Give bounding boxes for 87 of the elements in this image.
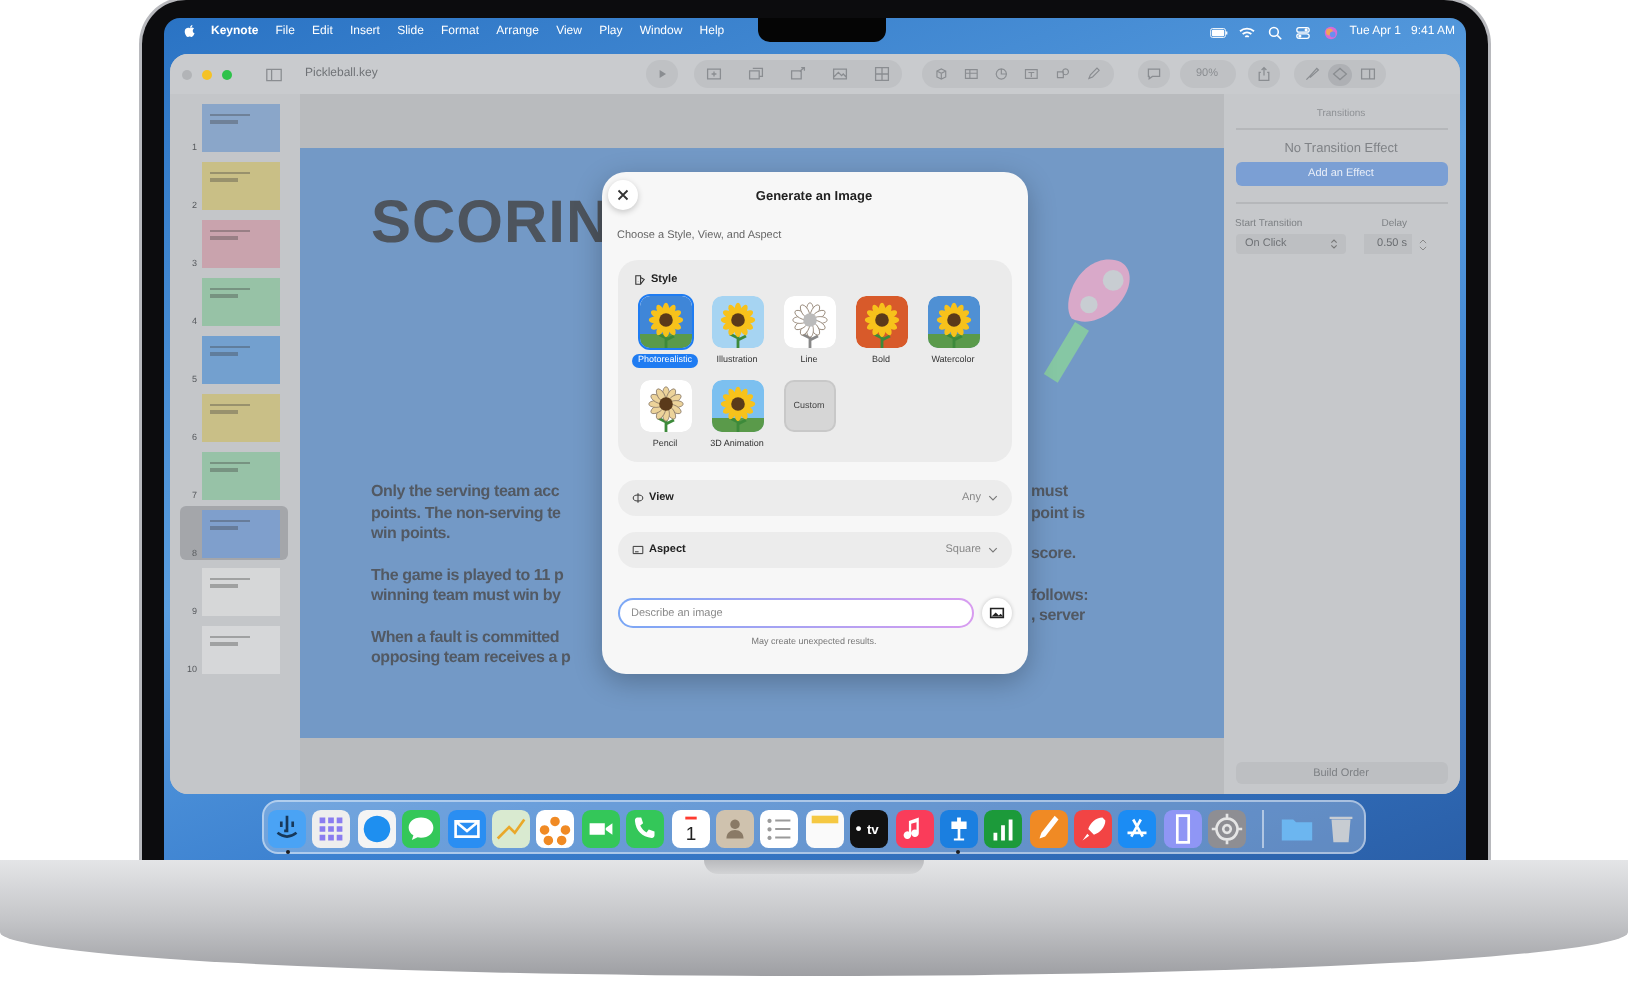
dock-item[interactable] — [1029, 810, 1068, 854]
smartphone-icon — [1163, 810, 1202, 848]
slide-text-line: points. The non-serving te — [371, 503, 563, 524]
up-down-arrows-icon — [1329, 238, 1337, 250]
bar-chart-icon — [984, 810, 1023, 848]
slide-plus-icon[interactable] — [705, 66, 721, 82]
podium-icon — [939, 810, 978, 848]
paintbrush-icon — [1303, 66, 1319, 82]
sunflower-icon — [783, 296, 835, 348]
sidebar-panel-icon — [1359, 66, 1375, 82]
table-icon[interactable] — [963, 66, 979, 82]
speech-bubble-icon — [402, 810, 441, 848]
dock-item[interactable] — [895, 810, 934, 854]
search-icon[interactable] — [1265, 25, 1284, 39]
share-icon — [1255, 66, 1271, 82]
pie-chart-icon[interactable] — [994, 66, 1009, 82]
letter-a-icon — [1118, 810, 1157, 848]
zoom-window-button[interactable] — [221, 69, 231, 79]
sunflower-icon — [711, 296, 763, 348]
sunflower-icon — [639, 296, 691, 348]
sunflower-icon — [927, 296, 979, 348]
slide-text-line: must — [1031, 482, 1070, 503]
dock-item[interactable] — [447, 810, 486, 854]
rotate-icon — [631, 492, 643, 504]
inspector-button[interactable] — [1355, 63, 1379, 85]
app-grid-icon — [312, 810, 351, 848]
close-icon — [613, 186, 631, 204]
slide-text-line: , server — [1031, 606, 1087, 627]
battery-icon[interactable] — [1209, 25, 1228, 39]
dock-item[interactable] — [1163, 810, 1202, 854]
dock-item[interactable] — [1118, 810, 1157, 854]
play-button[interactable] — [645, 60, 677, 88]
arrow-box-icon[interactable] — [789, 66, 805, 82]
pen-icon[interactable] — [1086, 66, 1101, 82]
slide-text-line: The game is played to 11 p — [371, 565, 566, 586]
envelope-icon — [447, 810, 486, 848]
contact-card-icon — [715, 810, 754, 848]
wifi-icon[interactable] — [1237, 25, 1256, 39]
dock-item[interactable] — [268, 810, 307, 854]
sunflower-icon — [711, 379, 763, 431]
close-button[interactable] — [607, 180, 637, 210]
rocket-icon — [1074, 810, 1113, 848]
image-icon — [987, 604, 1005, 622]
slide-text-line: follows: — [1031, 585, 1089, 606]
text-box-icon[interactable] — [1024, 66, 1040, 82]
slide-text-line: winning team must win by — [371, 586, 563, 607]
chevron-down-icon — [987, 494, 997, 502]
video-camera-icon — [581, 810, 620, 848]
gear-icon — [1208, 810, 1247, 848]
phone-handset-icon — [626, 810, 665, 848]
slide-text-line: score. — [1031, 544, 1078, 565]
pen-nib-icon — [1029, 810, 1068, 848]
diamond-icon — [1331, 66, 1347, 82]
slide-text-line: When a fault is committed — [371, 627, 562, 648]
comment-button[interactable] — [1137, 60, 1169, 88]
grid-icon[interactable] — [873, 66, 889, 82]
share-button[interactable] — [1247, 60, 1279, 88]
dock-item[interactable] — [1074, 810, 1113, 854]
style-icon — [633, 274, 645, 286]
stepper-icon[interactable] — [1417, 235, 1427, 253]
frame-icon — [631, 544, 643, 556]
dock-item[interactable] — [984, 810, 1023, 854]
slide-text-line: win points. — [371, 524, 453, 545]
apple-logo[interactable] — [183, 24, 195, 40]
sunflower-icon — [639, 379, 691, 431]
music-note-icon — [895, 810, 934, 848]
slide-title: SCORIN — [371, 192, 611, 256]
slide-text-line: opposing team receives a p — [371, 648, 573, 669]
shapes-icon[interactable] — [1055, 66, 1071, 82]
chevron-down-icon — [987, 546, 997, 554]
dock-item[interactable] — [939, 810, 978, 854]
camera-notch — [757, 18, 885, 42]
toggles-icon[interactable] — [1293, 25, 1312, 39]
checklist-icon — [760, 810, 799, 848]
sunflower-icon — [855, 296, 907, 348]
image-button[interactable] — [981, 598, 1011, 628]
speech-bubble-icon — [1145, 66, 1161, 82]
notepad-icon — [805, 810, 844, 848]
smiling-face-icon — [268, 810, 307, 848]
slide-text-line: point is — [1031, 503, 1087, 524]
assistant-orb-icon[interactable] — [1321, 25, 1340, 39]
image-icon[interactable] — [831, 66, 847, 82]
cube-icon[interactable] — [933, 66, 948, 82]
inspector-button[interactable] — [1327, 63, 1351, 85]
stacked-slides-icon[interactable] — [747, 66, 763, 82]
sidebar-icon[interactable] — [265, 67, 281, 81]
slide-text-line: Only the serving team acc — [371, 482, 562, 503]
